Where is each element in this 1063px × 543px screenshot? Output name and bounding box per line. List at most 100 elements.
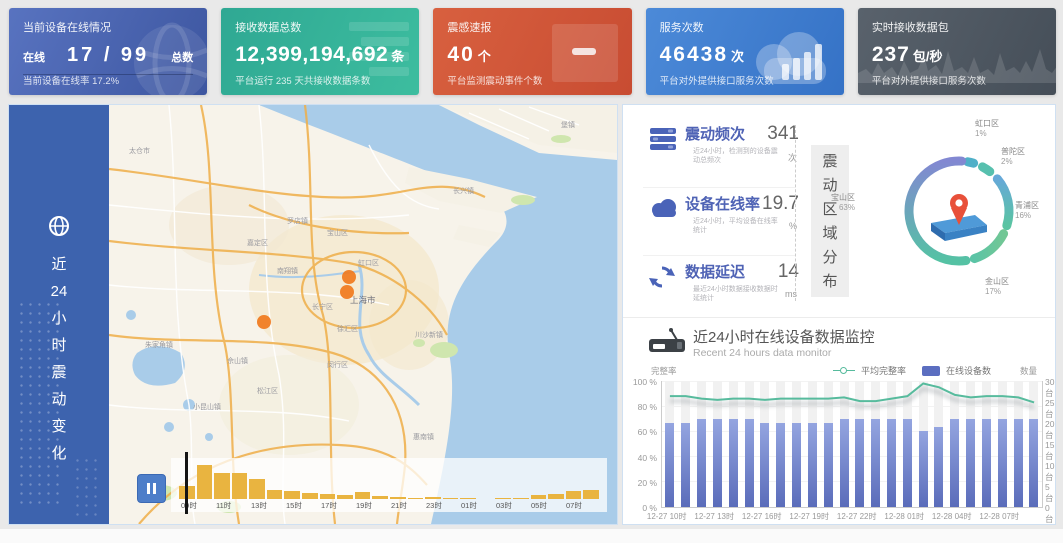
timeline-bar — [320, 494, 336, 499]
timeline-hour-label: 23时 — [424, 500, 459, 511]
map-place-label: 长兴镇 — [453, 186, 474, 195]
legend-avg-completeness[interactable]: 平均完整率 — [861, 364, 906, 377]
y-axis-right-tick: 5台 — [1045, 482, 1055, 504]
map-place-label: 长宁区 — [312, 302, 333, 311]
quake-dot[interactable] — [340, 285, 354, 299]
total-data-value: 12,399,194,692 — [235, 43, 388, 66]
donut-segment[interactable] — [982, 167, 989, 172]
donut-label-pct: 2% — [1001, 157, 1025, 167]
completeness-line — [662, 381, 1042, 507]
map-pin-icon — [931, 194, 987, 241]
donut-segment[interactable] — [997, 179, 1009, 226]
timeline-bar — [566, 491, 582, 499]
card-footer: 当前设备在线率 17.2% — [23, 73, 119, 87]
donut-label-宝山区: 宝山区63% — [771, 193, 855, 213]
card-footer: 平台运行 235 天共接收数据条数 — [235, 73, 370, 87]
stat-desc: 近24小时，平均设备在线率统计 — [693, 217, 779, 235]
donut-label-name: 虹口区 — [975, 119, 999, 129]
timeline-bar — [232, 473, 248, 499]
online-label: 在线 — [23, 49, 45, 65]
sidebar-title-char: 动 — [51, 386, 68, 413]
y-axis-right-tick: 0台 — [1045, 503, 1055, 525]
donut-label-普陀区: 普陀区2% — [1001, 147, 1025, 167]
donut-label-pct: 17% — [985, 287, 1009, 297]
map-place-label: 上海市 — [350, 295, 376, 305]
y-axis-right-tick: 30台 — [1045, 377, 1055, 399]
map-place-label: 堡镇 — [561, 120, 575, 129]
map-place-label: 佘山镇 — [227, 356, 248, 365]
legend-online-devices[interactable]: 在线设备数 — [946, 364, 991, 377]
divider — [643, 187, 795, 188]
stat-card-quake-report: 震感速报 40个 平台监测震动事件个数 — [433, 8, 631, 95]
stat-data-delay: 数据延迟 最近24小时数据接收数据时延统计 14 ms — [649, 261, 797, 317]
stat-card-total-data: 接收数据总数 12,399,194,692条 平台运行 235 天共接收数据条数 — [221, 8, 419, 95]
quake-count-unit: 个 — [478, 49, 491, 64]
sidebar-title-char: 小 — [51, 305, 68, 332]
timeline-bar — [249, 479, 265, 499]
timeline-hour-label: 19时 — [354, 500, 389, 511]
stat-card-realtime-packets: 实时接收数据包 237包/秒 平台对外提供接口服务次数 — [858, 8, 1056, 95]
x-axis-tick: 12-28 07时 — [979, 511, 1019, 522]
online-value: 17 / 99 — [67, 44, 149, 67]
monitor-chart-plot[interactable] — [661, 381, 1043, 508]
donut-segment[interactable] — [968, 162, 974, 163]
zone-distribution-title: 震动区域分布 — [811, 145, 849, 297]
map-place-label: 太仓市 — [129, 146, 150, 155]
y-axis-right-tick: 15台 — [1045, 440, 1055, 462]
seismograph-icon — [647, 327, 689, 357]
globe-icon — [48, 215, 70, 237]
card-footer: 平台对外提供接口服务次数 — [660, 73, 774, 87]
donut-label-金山区: 金山区17% — [985, 277, 1009, 297]
y-axis-left-tick: 40 % — [631, 453, 657, 463]
timeline-overlay[interactable]: 09时11时13时15时17时19时21时23时01时03时05时07时 — [171, 458, 607, 512]
timeline-bar — [513, 498, 529, 499]
page-bottom-strip — [0, 529, 1063, 543]
zone-title-char: 布 — [822, 271, 837, 292]
card-title: 实时接收数据包 — [872, 19, 1042, 35]
stat-card-device-online: 当前设备在线情况 在线 17 / 99 总数 当前设备在线率 17.2% — [9, 8, 207, 95]
timeline-hour-label: 05时 — [529, 500, 564, 511]
map-place-label: 虹口区 — [358, 258, 379, 267]
timeline-pause-button[interactable] — [137, 474, 166, 503]
stat-card-service-count: 服务次数 46438次 平台对外提供接口服务次数 — [646, 8, 844, 95]
donut-segment[interactable] — [974, 234, 1003, 259]
y-left-axis-title: 完整率 — [651, 365, 677, 377]
sidebar-title-char: 近 — [51, 251, 68, 278]
y-axis-left-tick: 80 % — [631, 402, 657, 412]
timeline-bar — [337, 495, 353, 499]
sidebar-title-char: 时 — [51, 332, 68, 359]
packet-rate-value: 237 — [872, 43, 910, 66]
timeline-bar — [548, 494, 564, 499]
monitor-section: 近24小时在线设备数据监控 Recent 24 hours data monit… — [623, 317, 1055, 524]
timeline-cursor[interactable] — [185, 452, 188, 514]
timeline-bar — [267, 490, 283, 499]
quake-count-value: 40 — [447, 43, 474, 66]
zone-title-char: 分 — [822, 247, 837, 268]
donut-label-name: 宝山区 — [771, 193, 855, 203]
header-stat-cards: 当前设备在线情况 在线 17 / 99 总数 当前设备在线率 17.2% 接收数… — [9, 8, 1056, 95]
dashed-divider — [795, 125, 796, 301]
map-place-label: 罗店镇 — [287, 216, 308, 225]
quake-dot[interactable] — [342, 270, 356, 284]
monitor-title: 近24小时在线设备数据监控 — [693, 326, 875, 347]
quake-dot[interactable] — [257, 315, 271, 329]
card-title: 接收数据总数 — [235, 19, 405, 35]
sidebar-title-char: 化 — [51, 440, 68, 467]
stat-desc: 近24小时，检测到的设备震动总频次 — [693, 147, 779, 165]
timeline-bar — [425, 497, 441, 499]
shanghai-map[interactable]: 太仓市罗店镇嘉定区宝山区虹口区上海市长宁区徐汇区闵行区松江区佘山镇朱家角镇小昆山… — [109, 105, 617, 524]
timeline-bar — [408, 498, 424, 499]
map-place-label: 川沙新镇 — [415, 330, 443, 339]
timeline-bar — [197, 465, 213, 499]
map-place-label: 徐汇区 — [337, 324, 358, 333]
timeline-bar — [390, 497, 406, 499]
y-right-axis-title: 数量 — [1020, 365, 1037, 377]
y-axis-left-tick: 100 % — [631, 377, 657, 387]
zone-title-char: 域 — [822, 223, 837, 244]
timeline-hour-label: 15时 — [284, 500, 319, 511]
y-axis-left-tick: 20 % — [631, 478, 657, 488]
card-title: 震感速报 — [447, 19, 617, 35]
donut-label-pct: 63% — [771, 203, 855, 213]
sidebar-title: 近24小时震动变化 — [51, 251, 68, 467]
x-axis-tick: 12-27 13时 — [694, 511, 734, 522]
